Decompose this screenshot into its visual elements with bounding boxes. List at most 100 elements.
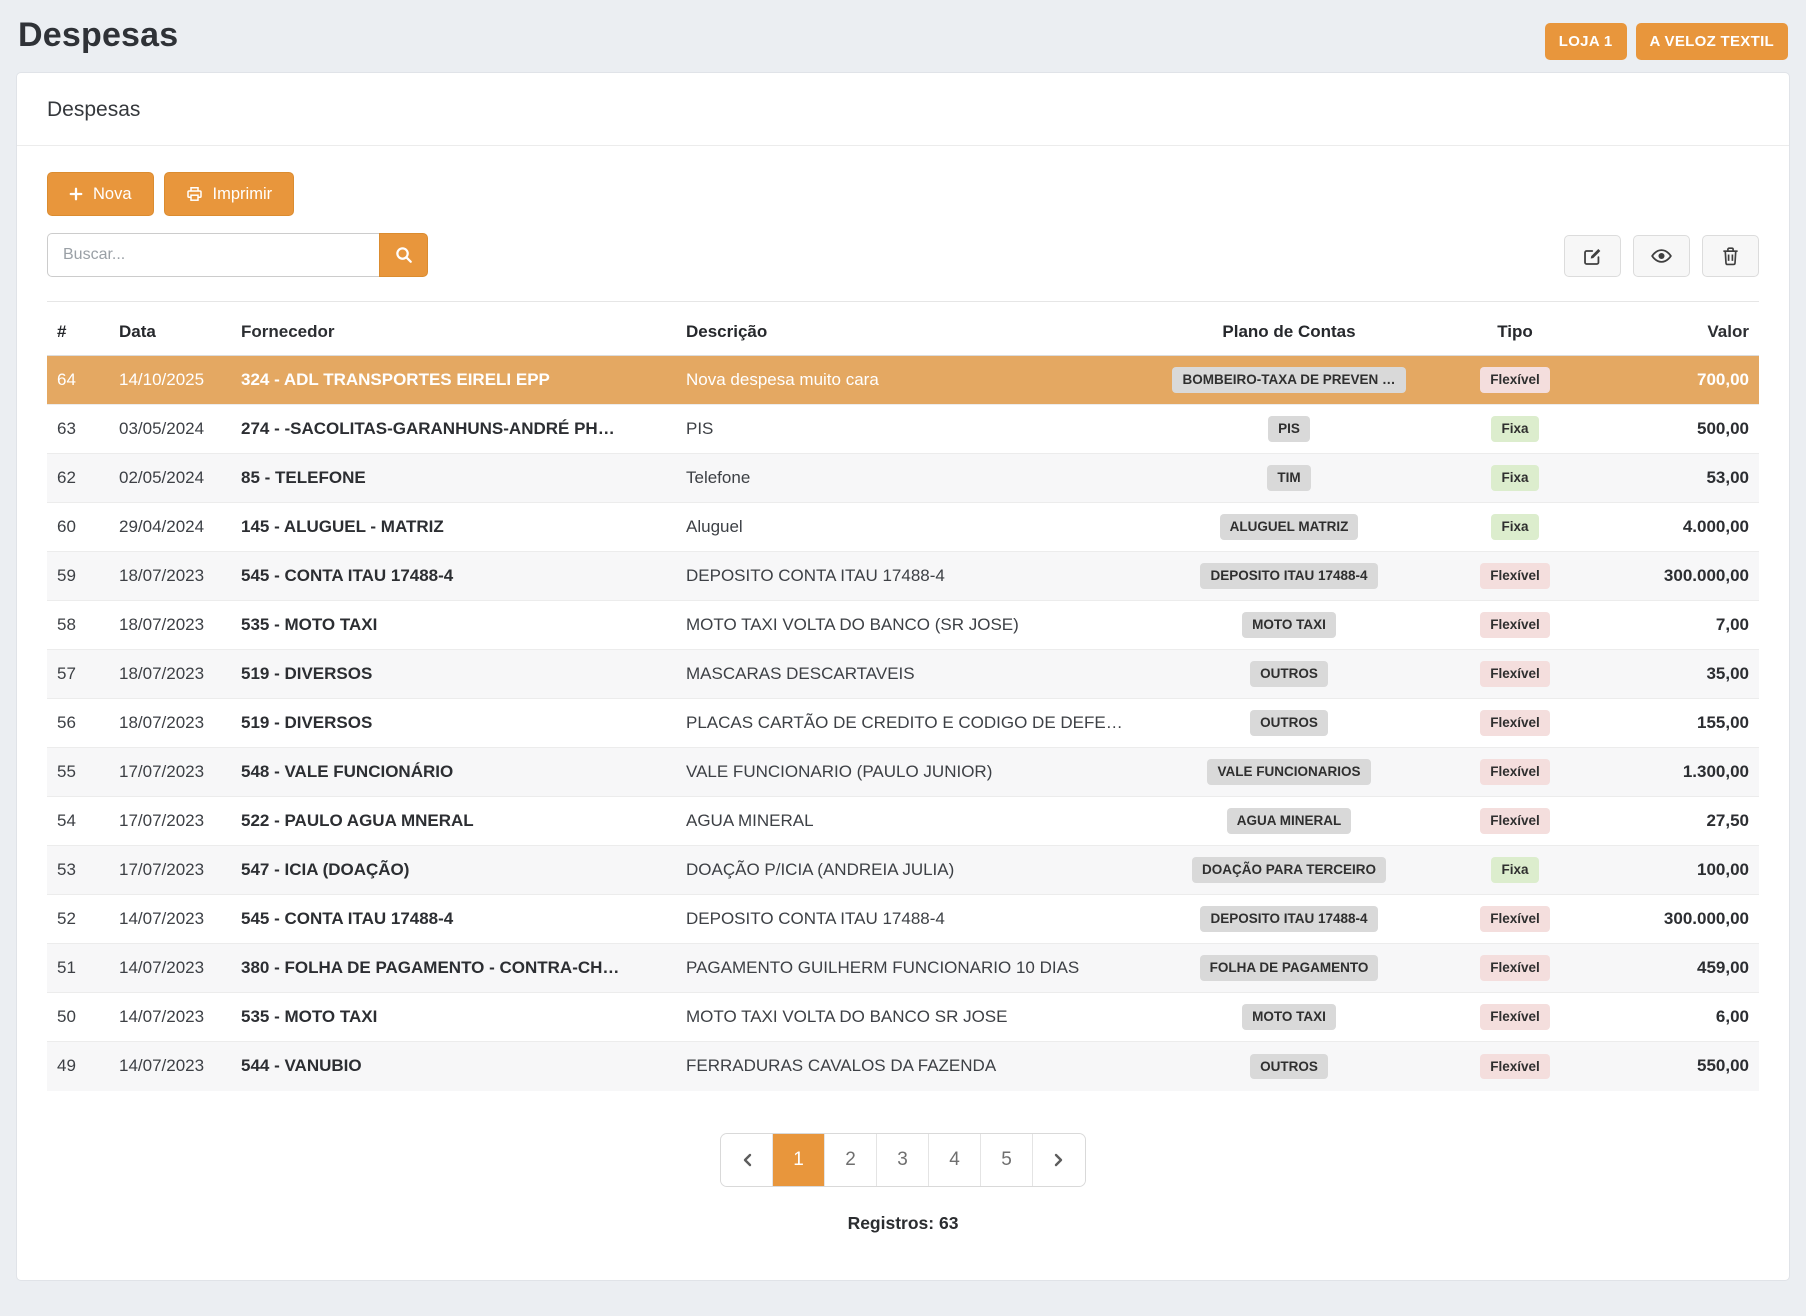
table-row[interactable]: 5114/07/2023380 - FOLHA DE PAGAMENTO - C… — [47, 944, 1759, 993]
page-button-5[interactable]: 5 — [981, 1134, 1033, 1186]
col-number: # — [47, 302, 109, 356]
row-type-cell: Flexível — [1439, 993, 1591, 1042]
row-description: MOTO TAXI VOLTA DO BANCO SR JOSE — [676, 993, 1139, 1042]
row-plan-cell: MOTO TAXI — [1139, 601, 1439, 650]
search-icon — [395, 246, 413, 264]
plan-badge: AGUA MINERAL — [1227, 808, 1352, 834]
row-value: 550,00 — [1591, 1042, 1759, 1091]
row-date: 17/07/2023 — [109, 846, 231, 895]
search-button[interactable] — [379, 233, 428, 277]
row-number: 52 — [47, 895, 109, 944]
table-row[interactable]: 5014/07/2023535 - MOTO TAXIMOTO TAXI VOL… — [47, 993, 1759, 1042]
type-badge: Fixa — [1491, 514, 1538, 540]
row-date: 14/07/2023 — [109, 1042, 231, 1091]
table-row[interactable]: 5918/07/2023545 - CONTA ITAU 17488-4DEPO… — [47, 552, 1759, 601]
row-description: MASCARAS DESCARTAVEIS — [676, 650, 1139, 699]
row-value: 100,00 — [1591, 846, 1759, 895]
table-row[interactable]: 4914/07/2023544 - VANUBIOFERRADURAS CAVA… — [47, 1042, 1759, 1091]
row-plan-cell: ALUGUEL MATRIZ — [1139, 503, 1439, 552]
plan-badge: MOTO TAXI — [1242, 1004, 1336, 1030]
table-row[interactable]: 6029/04/2024145 - ALUGUEL - MATRIZAlugue… — [47, 503, 1759, 552]
row-type-cell: Flexível — [1439, 650, 1591, 699]
row-number: 62 — [47, 454, 109, 503]
row-plan-cell: AGUA MINERAL — [1139, 797, 1439, 846]
type-badge: Flexível — [1480, 1004, 1550, 1030]
col-description: Descrição — [676, 302, 1139, 356]
row-supplier: 85 - TELEFONE — [231, 454, 676, 503]
type-badge: Flexível — [1480, 759, 1550, 785]
table-row[interactable]: 6202/05/202485 - TELEFONETelefoneTIMFixa… — [47, 454, 1759, 503]
row-supplier: 545 - CONTA ITAU 17488-4 — [231, 895, 676, 944]
type-badge: Flexível — [1480, 955, 1550, 981]
row-type-cell: Fixa — [1439, 405, 1591, 454]
edit-button[interactable] — [1564, 235, 1621, 277]
table-row[interactable]: 5818/07/2023535 - MOTO TAXIMOTO TAXI VOL… — [47, 601, 1759, 650]
page-button-3[interactable]: 3 — [877, 1134, 929, 1186]
search-input[interactable] — [47, 233, 379, 277]
type-badge: Flexível — [1480, 906, 1550, 932]
store-button-company[interactable]: A VELOZ TEXTIL — [1636, 23, 1788, 60]
row-supplier: 380 - FOLHA DE PAGAMENTO - CONTRA-CH… — [231, 944, 676, 993]
plan-badge: TIM — [1267, 465, 1310, 491]
trash-icon — [1722, 247, 1739, 266]
print-button[interactable]: Imprimir — [164, 172, 295, 216]
delete-button[interactable] — [1702, 235, 1759, 277]
row-plan-cell: OUTROS — [1139, 699, 1439, 748]
table-row[interactable]: 6414/10/2025324 - ADL TRANSPORTES EIRELI… — [47, 356, 1759, 405]
row-supplier: 519 - DIVERSOS — [231, 650, 676, 699]
row-type-cell: Flexível — [1439, 356, 1591, 405]
row-plan-cell: MOTO TAXI — [1139, 993, 1439, 1042]
table-header: # Data Fornecedor Descrição Plano de Con… — [47, 302, 1759, 356]
row-number: 60 — [47, 503, 109, 552]
row-date: 18/07/2023 — [109, 601, 231, 650]
row-plan-cell: OUTROS — [1139, 1042, 1439, 1091]
type-badge: Flexível — [1480, 563, 1550, 589]
page-button-1[interactable]: 1 — [773, 1134, 825, 1186]
row-plan-cell: BOMBEIRO-TAXA DE PREVEN … — [1139, 356, 1439, 405]
row-description: FERRADURAS CAVALOS DA FAZENDA — [676, 1042, 1139, 1091]
new-expense-button[interactable]: Nova — [47, 172, 154, 216]
table-row[interactable]: 5718/07/2023519 - DIVERSOSMASCARAS DESCA… — [47, 650, 1759, 699]
page-button-2[interactable]: 2 — [825, 1134, 877, 1186]
view-button[interactable] — [1633, 235, 1690, 277]
row-description: DOAÇÃO P/ICIA (ANDREIA JULIA) — [676, 846, 1139, 895]
row-number: 57 — [47, 650, 109, 699]
table-row[interactable]: 5417/07/2023522 - PAULO AGUA MNERALAGUA … — [47, 797, 1759, 846]
row-description: Nova despesa muito cara — [676, 356, 1139, 405]
row-value: 4.000,00 — [1591, 503, 1759, 552]
expenses-table-body: 6414/10/2025324 - ADL TRANSPORTES EIRELI… — [47, 356, 1759, 1091]
store-button-loja1[interactable]: LOJA 1 — [1545, 23, 1627, 60]
pagination-next-button[interactable] — [1033, 1134, 1085, 1186]
table-row[interactable]: 5214/07/2023545 - CONTA ITAU 17488-4DEPO… — [47, 895, 1759, 944]
row-plan-cell: TIM — [1139, 454, 1439, 503]
row-description: DEPOSITO CONTA ITAU 17488-4 — [676, 895, 1139, 944]
card-body: Nova Imprimir — [17, 146, 1789, 1280]
type-badge: Flexível — [1480, 661, 1550, 687]
plan-badge: OUTROS — [1250, 1054, 1328, 1080]
chevron-left-icon — [740, 1152, 754, 1168]
table-row[interactable]: 5517/07/2023548 - VALE FUNCIONÁRIOVALE F… — [47, 748, 1759, 797]
row-supplier: 545 - CONTA ITAU 17488-4 — [231, 552, 676, 601]
row-value: 155,00 — [1591, 699, 1759, 748]
pagination-prev-button[interactable] — [721, 1134, 773, 1186]
row-supplier: 547 - ICIA (DOAÇÃO) — [231, 846, 676, 895]
row-date: 14/07/2023 — [109, 993, 231, 1042]
row-number: 55 — [47, 748, 109, 797]
row-type-cell: Flexível — [1439, 699, 1591, 748]
row-type-cell: Flexível — [1439, 748, 1591, 797]
row-value: 35,00 — [1591, 650, 1759, 699]
row-plan-cell: OUTROS — [1139, 650, 1439, 699]
page-button-4[interactable]: 4 — [929, 1134, 981, 1186]
row-date: 14/10/2025 — [109, 356, 231, 405]
row-plan-cell: DEPOSITO ITAU 17488-4 — [1139, 895, 1439, 944]
row-supplier: 544 - VANUBIO — [231, 1042, 676, 1091]
row-number: 51 — [47, 944, 109, 993]
plan-badge: ALUGUEL MATRIZ — [1220, 514, 1359, 540]
row-value: 300.000,00 — [1591, 895, 1759, 944]
type-badge: Flexível — [1480, 612, 1550, 638]
table-row[interactable]: 5317/07/2023547 - ICIA (DOAÇÃO)DOAÇÃO P/… — [47, 846, 1759, 895]
pagination-wrap: 12345 — [47, 1133, 1759, 1187]
table-row[interactable]: 6303/05/2024274 - -SACOLITAS-GARANHUNS-A… — [47, 405, 1759, 454]
table-row[interactable]: 5618/07/2023519 - DIVERSOSPLACAS CARTÃO … — [47, 699, 1759, 748]
pagination: 12345 — [720, 1133, 1086, 1187]
